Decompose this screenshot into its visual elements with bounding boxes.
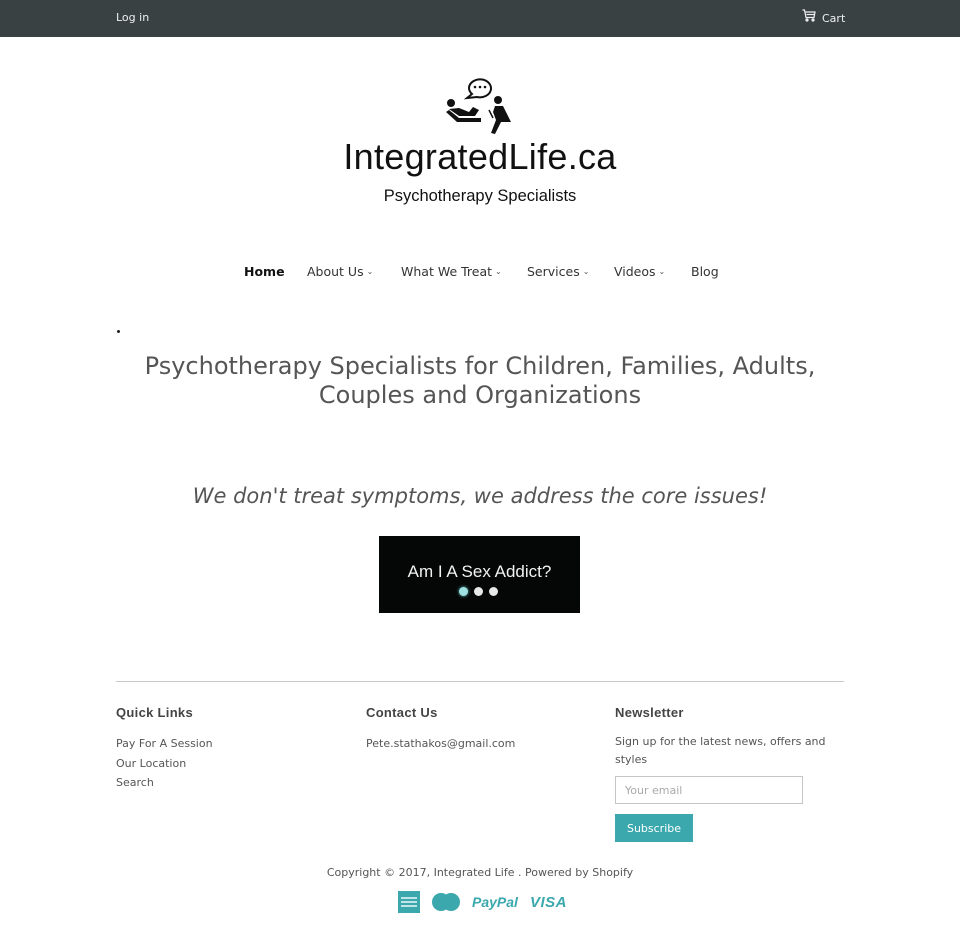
nav-services[interactable]: Services ⌄ — [527, 264, 589, 279]
footer-divider — [116, 681, 844, 682]
shopping-cart-icon — [802, 9, 816, 25]
contact-title: Contact Us — [366, 705, 438, 720]
site-logo[interactable]: IntegratedLife.ca Psychotherapy Speciali… — [320, 70, 640, 220]
newsletter-email-input[interactable] — [615, 776, 803, 804]
logo-subtitle: Psychotherapy Specialists — [383, 187, 577, 205]
bullet-dot — [117, 330, 120, 333]
nav-videos[interactable]: Videos ⌄ — [614, 264, 665, 279]
nav-label: Home — [244, 264, 285, 279]
slide-dot-3[interactable] — [489, 587, 498, 596]
footer-quick-links: Quick Links Pay For A Session Our Locati… — [116, 705, 213, 793]
logo-title: IntegratedLife.ca — [343, 136, 617, 177]
nav-label: Videos — [614, 264, 656, 279]
slide-title: Am I A Sex Addict? — [407, 562, 552, 581]
therapy-session-icon — [445, 78, 517, 134]
mastercard-icon — [432, 893, 460, 911]
cart-label: Cart — [822, 11, 846, 25]
cart-link[interactable]: Cart — [802, 9, 846, 25]
login-link[interactable]: Log in — [116, 11, 149, 24]
slide-pagination — [459, 587, 498, 596]
contact-email: Pete.stathakos@gmail.com — [366, 737, 516, 750]
copyright-text: Copyright © 2017, Integrated Life . Powe… — [326, 866, 634, 879]
american-express-icon — [398, 891, 420, 913]
nav-about-us[interactable]: About Us ⌄ — [307, 264, 373, 279]
tagline: We don't treat symptoms, we address the … — [192, 484, 768, 508]
chevron-down-icon: ⌄ — [582, 267, 590, 276]
nav-label: About Us — [307, 264, 364, 279]
nav-blog[interactable]: Blog — [691, 264, 719, 279]
footer-link-search[interactable]: Search — [116, 773, 213, 793]
nav-what-we-treat[interactable]: What We Treat ⌄ — [401, 264, 502, 279]
nav-label: Services — [527, 264, 580, 279]
subscribe-button[interactable]: Subscribe — [615, 814, 693, 842]
footer-newsletter: Newsletter Sign up for the latest news, … — [615, 705, 845, 842]
slideshow-banner[interactable]: Am I A Sex Addict? — [379, 536, 580, 613]
paypal-icon: PayPal — [472, 894, 518, 910]
nav-home[interactable]: Home — [244, 264, 285, 279]
newsletter-title: Newsletter — [615, 705, 684, 720]
chevron-down-icon: ⌄ — [495, 267, 502, 276]
nav-label: Blog — [691, 264, 719, 279]
newsletter-description: Sign up for the latest news, offers and … — [615, 735, 826, 766]
main-nav: Home About Us ⌄ What We Treat ⌄ Services ⌄ … — [0, 264, 960, 282]
chevron-down-icon: ⌄ — [366, 267, 374, 276]
top-bar: Log in Cart — [0, 0, 960, 37]
page-headline: Psychotherapy Specialists for Children, … — [144, 352, 816, 409]
nav-label: What We Treat — [401, 264, 493, 279]
quick-links-title: Quick Links — [116, 705, 193, 720]
payment-methods: PayPal VISA — [398, 891, 567, 913]
visa-icon: VISA — [529, 893, 567, 911]
slide-dot-2[interactable] — [474, 587, 483, 596]
footer-contact: Contact Us Pete.stathakos@gmail.com — [366, 705, 515, 754]
footer-link-our-location[interactable]: Our Location — [116, 754, 213, 774]
slide-dot-1[interactable] — [459, 587, 468, 596]
chevron-down-icon: ⌄ — [658, 267, 666, 276]
footer-link-pay-session[interactable]: Pay For A Session — [116, 734, 213, 754]
